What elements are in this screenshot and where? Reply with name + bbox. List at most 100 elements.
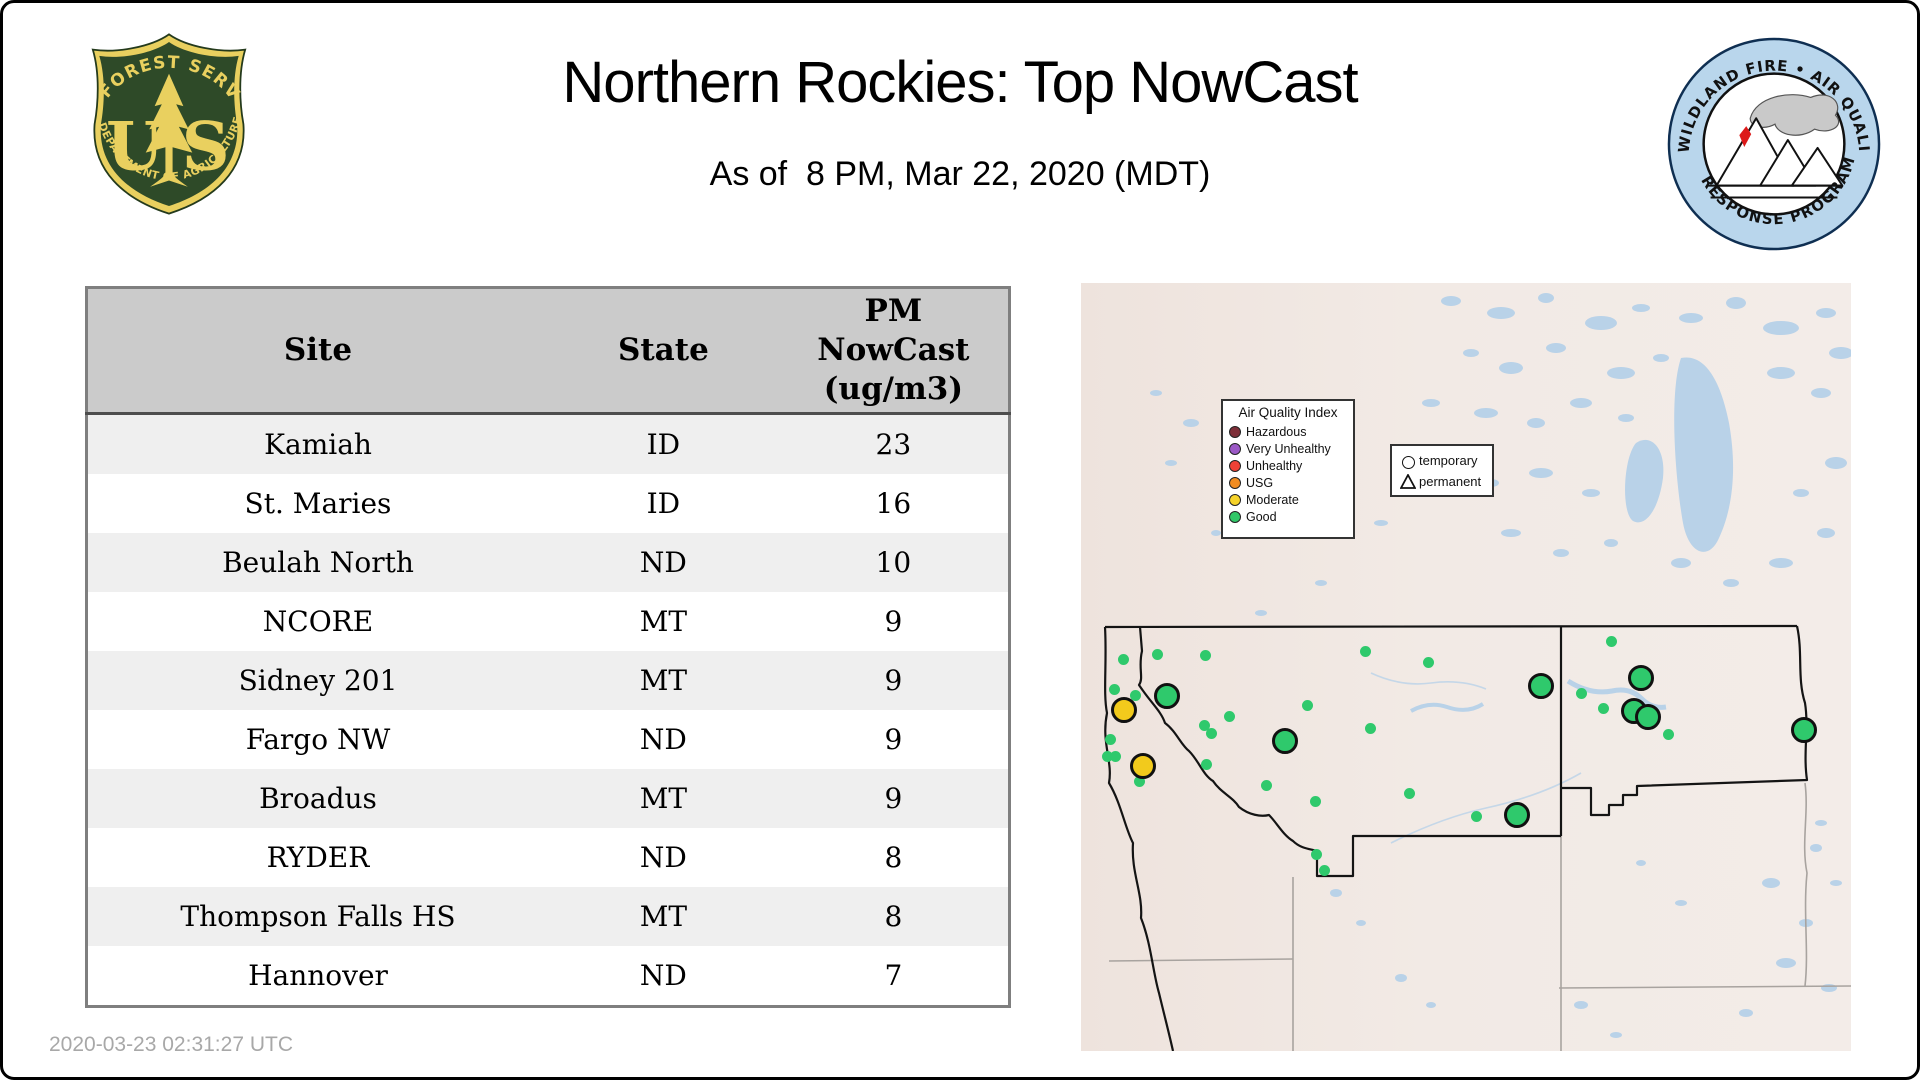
basemap <box>1081 283 1851 1051</box>
cell-value: 8 <box>778 887 1010 946</box>
site-marker-good-small <box>1105 734 1116 745</box>
aqi-legend-item: Very Unhealthy <box>1229 440 1347 457</box>
site-marker-good-small <box>1261 780 1272 791</box>
aqi-legend-label: Unhealthy <box>1246 458 1303 473</box>
temporary-circle-icon <box>1401 456 1415 469</box>
site-marker-good-small <box>1663 729 1674 740</box>
cell-site: Broadus <box>86 769 548 828</box>
site-marker-good-small <box>1110 751 1121 762</box>
cell-value: 9 <box>778 769 1010 828</box>
cell-site: Kamiah <box>86 413 548 474</box>
aqi-legend-item: Hazardous <box>1229 423 1347 440</box>
permanent-triangle-icon <box>1400 474 1416 489</box>
site-marker-good-large <box>1791 717 1817 743</box>
cell-site: Sidney 201 <box>86 651 548 710</box>
site-marker-good-large <box>1272 728 1298 754</box>
site-marker-moderate-large <box>1111 697 1137 723</box>
cell-value: 23 <box>778 413 1010 474</box>
site-marker-good-small <box>1365 723 1376 734</box>
site-marker-good-small <box>1201 759 1212 770</box>
nowcast-table: Site State PM NowCast (ug/m3) Kamiah ID 23… <box>85 286 1011 1008</box>
aqi-legend-label: Hazardous <box>1246 424 1307 439</box>
site-marker-good-small <box>1206 728 1217 739</box>
aqi-color-dot <box>1229 459 1241 472</box>
cell-value: 9 <box>778 710 1010 769</box>
cell-site: RYDER <box>86 828 548 887</box>
site-marker-good-large <box>1154 683 1180 709</box>
aqi-legend-item: Good <box>1229 508 1347 525</box>
site-marker-good-small <box>1360 646 1371 657</box>
marker-type-legend: temporary permanent <box>1390 444 1494 497</box>
page-title: Northern Rockies: Top NowCast <box>562 50 1358 115</box>
cell-value: 9 <box>778 592 1010 651</box>
cell-value: 7 <box>778 946 1010 1007</box>
cell-state: MT <box>548 651 779 710</box>
aqi-map: Air Quality Index Hazardous Very Unhealth… <box>1081 283 1851 1051</box>
wfaqrp-logo: WILDLAND FIRE • AIR QUALITY RESPONSE PRO… <box>1665 35 1881 251</box>
cell-state: ID <box>548 474 779 533</box>
column-header-state: State <box>548 287 779 415</box>
aqi-legend-item: USG <box>1229 474 1347 491</box>
table-row: Fargo NW ND 9 <box>86 710 1010 769</box>
site-marker-good-small <box>1471 811 1482 822</box>
cell-state: MT <box>548 592 779 651</box>
column-header-pm: PM NowCast (ug/m3) <box>778 287 1010 415</box>
cell-state: MT <box>548 769 779 828</box>
page-subtitle: As of 8 PM, Mar 22, 2020 (MDT) <box>709 155 1211 193</box>
site-marker-good-small <box>1302 700 1313 711</box>
aqi-color-dot <box>1229 510 1241 523</box>
cell-value: 16 <box>778 474 1010 533</box>
aqi-color-dot <box>1229 442 1241 455</box>
legend-row-permanent: permanent <box>1400 471 1492 492</box>
site-marker-good-large <box>1635 704 1661 730</box>
cell-state: MT <box>548 887 779 946</box>
site-marker-good-small <box>1152 649 1163 660</box>
permanent-label: permanent <box>1419 474 1482 489</box>
table-row: Kamiah ID 23 <box>86 413 1010 474</box>
site-marker-good-large <box>1528 673 1554 699</box>
table-body: Kamiah ID 23 St. Maries ID 16 Beulah North ND 10… <box>86 413 1010 1007</box>
table-row: St. Maries ID 16 <box>86 474 1010 533</box>
table-row: RYDER ND 8 <box>86 828 1010 887</box>
site-marker-good-small <box>1224 711 1235 722</box>
cell-state: ND <box>548 946 779 1007</box>
site-marker-good-small <box>1109 684 1120 695</box>
aqi-legend-label: USG <box>1246 475 1274 490</box>
site-marker-good-large <box>1504 802 1530 828</box>
site-marker-good-large <box>1628 665 1654 691</box>
aqi-legend: Air Quality Index Hazardous Very Unhealth… <box>1221 399 1355 539</box>
cell-value: 10 <box>778 533 1010 592</box>
site-marker-good-small <box>1200 650 1211 661</box>
cell-site: Thompson Falls HS <box>86 887 548 946</box>
table-row: Thompson Falls HS MT 8 <box>86 887 1010 946</box>
aqi-legend-title: Air Quality Index <box>1238 405 1338 420</box>
site-marker-good-small <box>1606 636 1617 647</box>
cell-state: ND <box>548 828 779 887</box>
nowcast-table-container: Site State PM NowCast (ug/m3) Kamiah ID 23… <box>85 286 1011 1008</box>
site-marker-good-small <box>1310 796 1321 807</box>
table-row: Sidney 201 MT 9 <box>86 651 1010 710</box>
cell-state: ND <box>548 710 779 769</box>
temporary-label: temporary <box>1419 453 1478 468</box>
report-slide: FOREST SERVICE DEPARTMENT OF AGRICULTURE… <box>0 0 1920 1080</box>
site-marker-good-small <box>1576 688 1587 699</box>
cell-site: NCORE <box>86 592 548 651</box>
cell-value: 9 <box>778 651 1010 710</box>
site-marker-moderate-large <box>1130 753 1156 779</box>
table-row: NCORE MT 9 <box>86 592 1010 651</box>
table-row: Broadus MT 9 <box>86 769 1010 828</box>
aqi-legend-item: Unhealthy <box>1229 457 1347 474</box>
legend-row-temporary: temporary <box>1400 450 1492 471</box>
site-marker-good-small <box>1598 703 1609 714</box>
aqi-legend-item: Moderate <box>1229 491 1347 508</box>
aqi-legend-label: Moderate <box>1246 492 1299 507</box>
cell-value: 8 <box>778 828 1010 887</box>
aqi-color-dot <box>1229 476 1241 489</box>
cell-site: Beulah North <box>86 533 548 592</box>
generation-timestamp: 2020-03-23 02:31:27 UTC <box>49 1033 293 1056</box>
cell-site: St. Maries <box>86 474 548 533</box>
cell-state: ND <box>548 533 779 592</box>
site-marker-good-small <box>1118 654 1129 665</box>
aqi-color-dot <box>1229 425 1241 438</box>
column-header-site: Site <box>86 287 548 415</box>
